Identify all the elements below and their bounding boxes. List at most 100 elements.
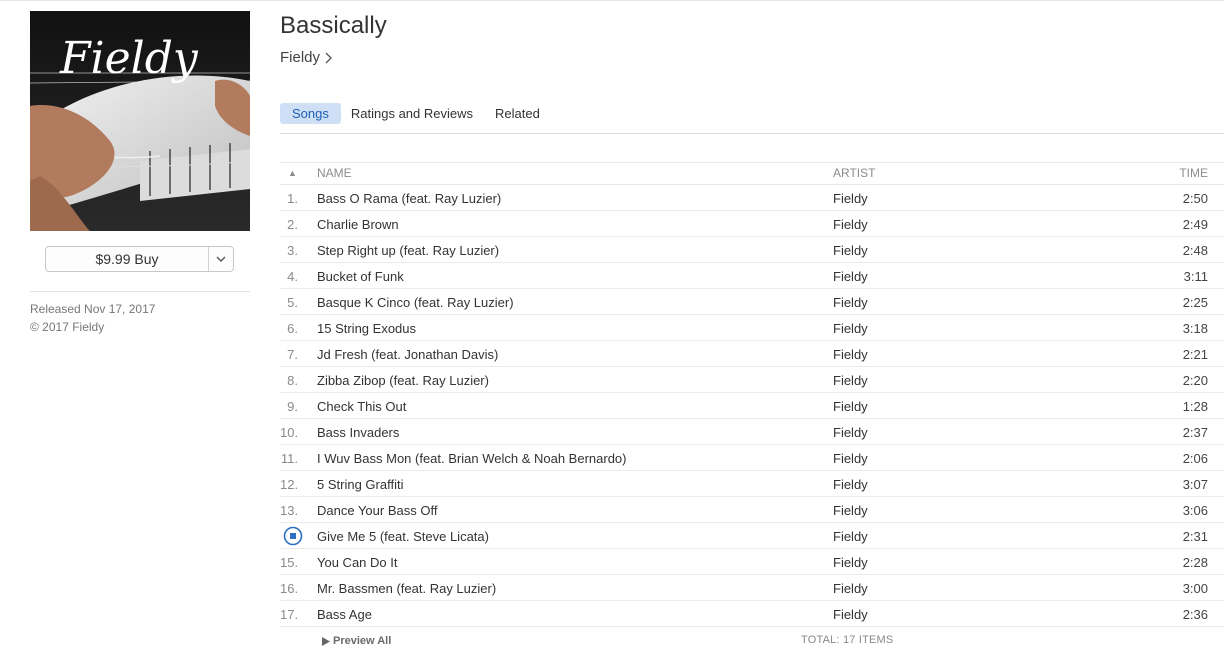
track-time: 2:31 bbox=[1182, 529, 1208, 544]
track-artist: Fieldy bbox=[833, 373, 868, 388]
top-divider bbox=[0, 0, 1224, 1]
sort-ascending-icon[interactable]: ▲ bbox=[288, 168, 297, 178]
album-art-text: Fieldy bbox=[59, 33, 199, 84]
table-row[interactable]: 9. Check This Out Fieldy 1:28 bbox=[280, 393, 1224, 419]
track-number: 13. bbox=[280, 503, 299, 518]
track-number: 12. bbox=[280, 477, 299, 492]
track-number: 7. bbox=[287, 347, 298, 362]
chevron-down-icon bbox=[216, 256, 226, 262]
now-playing-icon[interactable] bbox=[283, 526, 303, 549]
table-row[interactable]: 7. Jd Fresh (feat. Jonathan Davis) Fieldy 2… bbox=[280, 341, 1224, 367]
track-name: Bass Invaders bbox=[317, 425, 400, 440]
track-name: Bass Age bbox=[317, 607, 372, 622]
track-number: 10. bbox=[280, 425, 299, 440]
track-artist: Fieldy bbox=[833, 425, 868, 440]
chevron-right-icon bbox=[325, 52, 332, 63]
track-artist: Fieldy bbox=[833, 581, 868, 596]
track-artist: Fieldy bbox=[833, 321, 868, 336]
songs-table: ▲ NAME ARTIST TIME 1. Bass O Rama (feat. … bbox=[280, 162, 1224, 651]
table-row[interactable]: 6. 15 String Exodus Fieldy 3:18 bbox=[280, 315, 1224, 341]
track-artist: Fieldy bbox=[833, 269, 868, 284]
track-number: 15. bbox=[280, 555, 299, 570]
table-body: 1. Bass O Rama (feat. Ray Luzier) Fieldy 2:… bbox=[280, 185, 1224, 627]
track-name: 15 String Exodus bbox=[317, 321, 417, 336]
track-name: Mr. Bassmen (feat. Ray Luzier) bbox=[317, 581, 497, 596]
table-row[interactable]: 2. Charlie Brown Fieldy 2:49 bbox=[280, 211, 1224, 237]
track-artist: Fieldy bbox=[833, 503, 868, 518]
track-number: 5. bbox=[287, 295, 298, 310]
table-row[interactable]: 11. I Wuv Bass Mon (feat. Brian Welch & N… bbox=[280, 445, 1224, 471]
track-name: Dance Your Bass Off bbox=[317, 503, 438, 518]
track-artist: Fieldy bbox=[833, 451, 868, 466]
track-name: Basque K Cinco (feat. Ray Luzier) bbox=[317, 295, 514, 310]
tab-ratings-and-reviews[interactable]: Ratings and Reviews bbox=[339, 103, 485, 124]
track-number: 2. bbox=[287, 217, 298, 232]
track-artist: Fieldy bbox=[833, 347, 868, 362]
track-name: Charlie Brown bbox=[317, 217, 399, 232]
track-time: 3:11 bbox=[1183, 269, 1208, 284]
table-row[interactable]: 13. Dance Your Bass Off Fieldy 3:06 bbox=[280, 497, 1224, 523]
track-artist: Fieldy bbox=[833, 295, 868, 310]
artist-link[interactable]: Fieldy bbox=[280, 49, 332, 66]
track-number: 4. bbox=[287, 269, 298, 284]
track-number: 6. bbox=[287, 321, 298, 336]
table-footer: Preview All TOTAL: 17 ITEMS bbox=[280, 627, 1224, 651]
buy-button-group: $9.99 Buy bbox=[45, 246, 234, 272]
track-artist: Fieldy bbox=[833, 243, 868, 258]
track-artist: Fieldy bbox=[833, 191, 868, 206]
track-number: 8. bbox=[287, 373, 298, 388]
track-name: Step Right up (feat. Ray Luzier) bbox=[317, 243, 500, 258]
column-header-name[interactable]: NAME bbox=[317, 166, 352, 180]
table-row[interactable]: 8. Zibba Zibop (feat. Ray Luzier) Fieldy 2:… bbox=[280, 367, 1224, 393]
album-artwork[interactable]: Fieldy bbox=[30, 11, 250, 231]
total-items: TOTAL: 17 ITEMS bbox=[801, 634, 894, 646]
tabs-divider bbox=[280, 133, 1224, 134]
track-name: Give Me 5 (feat. Steve Licata) bbox=[317, 529, 489, 544]
table-row[interactable]: 1. Bass O Rama (feat. Ray Luzier) Fieldy 2:… bbox=[280, 185, 1224, 211]
table-header: ▲ NAME ARTIST TIME bbox=[280, 162, 1224, 185]
track-time: 2:21 bbox=[1182, 347, 1208, 362]
play-icon bbox=[322, 636, 330, 646]
column-header-time[interactable]: TIME bbox=[1179, 166, 1208, 180]
track-number: 1. bbox=[287, 191, 298, 206]
table-row[interactable]: 3. Step Right up (feat. Ray Luzier) Fieldy… bbox=[280, 237, 1224, 263]
table-row[interactable]: Give Me 5 (feat. Steve Licata) Fieldy 2:31 bbox=[280, 523, 1224, 549]
track-number: 11. bbox=[280, 451, 298, 466]
table-row[interactable]: 5. Basque K Cinco (feat. Ray Luzier) Field… bbox=[280, 289, 1224, 315]
track-artist: Fieldy bbox=[833, 399, 868, 414]
track-number: 17. bbox=[280, 607, 299, 622]
track-time: 2:36 bbox=[1182, 607, 1208, 622]
tab-related[interactable]: Related bbox=[483, 103, 552, 124]
table-row[interactable]: 16. Mr. Bassmen (feat. Ray Luzier) Fieldy 3… bbox=[280, 575, 1224, 601]
column-header-artist[interactable]: ARTIST bbox=[833, 166, 875, 180]
track-time: 3:07 bbox=[1182, 477, 1208, 492]
release-date: Released Nov 17, 2017 bbox=[30, 302, 156, 316]
track-time: 2:28 bbox=[1182, 555, 1208, 570]
tab-songs[interactable]: Songs bbox=[280, 103, 341, 124]
track-artist: Fieldy bbox=[833, 555, 868, 570]
track-time: 2:25 bbox=[1182, 295, 1208, 310]
preview-all-button[interactable]: Preview All bbox=[322, 635, 391, 647]
table-row[interactable]: 4. Bucket of Funk Fieldy 3:11 bbox=[280, 263, 1224, 289]
table-row[interactable]: 15. You Can Do It Fieldy 2:28 bbox=[280, 549, 1224, 575]
track-name: Bass O Rama (feat. Ray Luzier) bbox=[317, 191, 502, 206]
track-name: Bucket of Funk bbox=[317, 269, 404, 284]
track-artist: Fieldy bbox=[833, 217, 868, 232]
buy-button[interactable]: $9.99 Buy bbox=[46, 247, 208, 271]
track-time: 2:50 bbox=[1182, 191, 1208, 206]
track-artist: Fieldy bbox=[833, 529, 868, 544]
track-number: 9. bbox=[287, 399, 298, 414]
buy-options-button[interactable] bbox=[208, 247, 233, 271]
track-time: 3:00 bbox=[1182, 581, 1208, 596]
album-title: Bassically bbox=[280, 12, 387, 39]
tab-bar: Songs Ratings and Reviews Related bbox=[280, 103, 550, 124]
track-name: I Wuv Bass Mon (feat. Brian Welch & Noah… bbox=[317, 451, 627, 466]
table-row[interactable]: 17. Bass Age Fieldy 2:36 bbox=[280, 601, 1224, 627]
left-divider bbox=[30, 291, 250, 292]
table-row[interactable]: 10. Bass Invaders Fieldy 2:37 bbox=[280, 419, 1224, 445]
track-name: Jd Fresh (feat. Jonathan Davis) bbox=[317, 347, 499, 362]
track-artist: Fieldy bbox=[833, 607, 868, 622]
track-time: 2:48 bbox=[1182, 243, 1208, 258]
copyright: © 2017 Fieldy bbox=[30, 320, 105, 334]
table-row[interactable]: 12. 5 String Graffiti Fieldy 3:07 bbox=[280, 471, 1224, 497]
